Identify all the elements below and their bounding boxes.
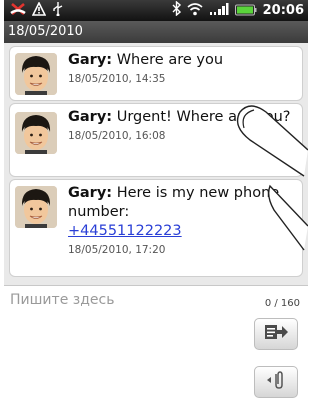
- message-item[interactable]: Gary: Urgent! Where are you? 18/05/2010,…: [9, 103, 303, 177]
- bluetooth-icon: [172, 0, 181, 20]
- message-timestamp: 18/05/2010, 17:20: [68, 244, 166, 256]
- character-counter: 0 / 160: [264, 298, 300, 309]
- phone-number-link[interactable]: +44551122223: [68, 223, 182, 239]
- message-thread[interactable]: Gary: Where are you 18/05/2010, 14:35 Ga…: [4, 43, 308, 285]
- message-body: Urgent! Where are you?: [116, 109, 291, 125]
- avatar: [15, 53, 57, 95]
- avatar: [15, 186, 57, 228]
- usb-icon: [52, 1, 64, 20]
- message-item[interactable]: Gary: Where are you 18/05/2010, 14:35: [9, 46, 303, 101]
- message-item[interactable]: Gary: Here is my new phone number: +4455…: [9, 179, 303, 277]
- message-sender: Gary: [68, 52, 107, 68]
- message-timestamp: 18/05/2010, 16:08: [68, 130, 166, 142]
- message-input[interactable]: Пишите здесь: [10, 292, 114, 308]
- attach-button[interactable]: [254, 366, 298, 398]
- clock: 20:06: [262, 3, 304, 18]
- battery-icon: [234, 1, 257, 20]
- message-body: Where are you: [116, 52, 224, 68]
- status-bar: 20:06: [4, 0, 308, 21]
- conversation-date-header: 18/05/2010: [4, 21, 308, 43]
- message-sender: Gary: [68, 109, 107, 125]
- warning-icon: [31, 1, 47, 20]
- compose-area: Пишите здесь 0 / 160: [4, 285, 308, 406]
- message-text: Gary: Where are you: [68, 52, 224, 68]
- avatar: [15, 112, 57, 154]
- signal-icon: [209, 1, 229, 20]
- message-content: Gary: Urgent! Where are you? 18/05/2010,…: [68, 108, 296, 142]
- send-icon: [263, 322, 289, 346]
- message-text: Gary: Urgent! Where are you?: [68, 109, 291, 125]
- send-button[interactable]: [254, 318, 298, 350]
- paperclip-icon: [264, 369, 288, 395]
- missed-call-icon: [10, 1, 26, 20]
- message-text: Gary: Here is my new phone number: +4455…: [68, 185, 280, 239]
- phone-screen: 20:06 18/05/2010 Gary: Where are you 18/…: [4, 0, 308, 406]
- message-sender: Gary: [68, 185, 107, 201]
- message-timestamp: 18/05/2010, 14:35: [68, 73, 166, 85]
- wifi-icon: [187, 1, 203, 20]
- message-content: Gary: Here is my new phone number: +4455…: [68, 184, 296, 256]
- message-content: Gary: Where are you 18/05/2010, 14:35: [68, 51, 296, 85]
